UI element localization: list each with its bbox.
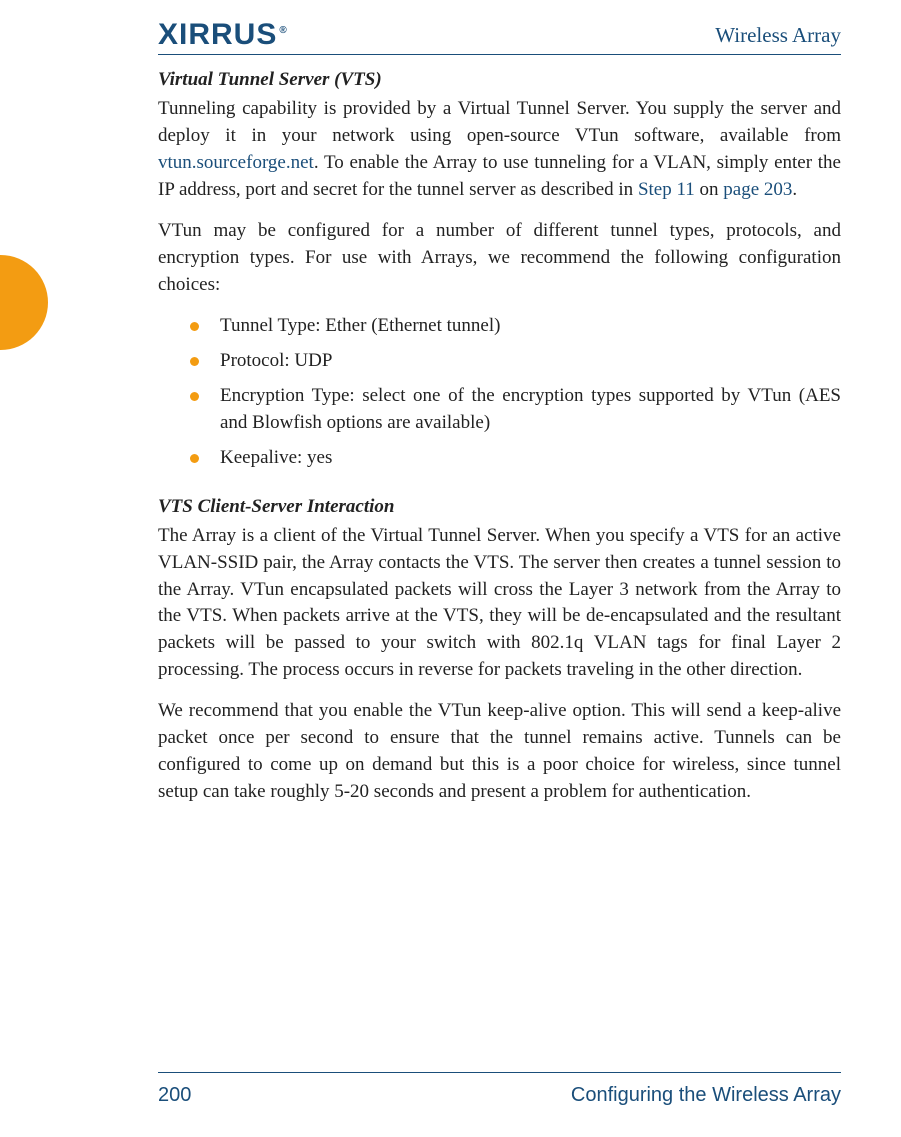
text: on (695, 179, 724, 200)
side-tab (0, 255, 48, 350)
text: . (792, 179, 797, 200)
list-item: Tunnel Type: Ether (Ethernet tunnel) (190, 313, 841, 340)
interaction-paragraph-2: We recommend that you enable the VTun ke… (158, 698, 841, 806)
list-item: Protocol: UDP (190, 348, 841, 375)
link-step-11[interactable]: Step 11 (638, 179, 695, 200)
section-title-interaction: VTS Client-Server Interaction (158, 494, 841, 521)
page-header: XIRRUS® Wireless Array (60, 18, 841, 52)
page-number: 200 (158, 1084, 191, 1107)
logo-text: XIRRUS (158, 18, 277, 52)
vts-config-paragraph: VTun may be configured for a number of d… (158, 218, 841, 299)
registered-icon: ® (279, 25, 287, 36)
link-vtun-sourceforge[interactable]: vtun.sourceforge.net (158, 152, 314, 173)
page-footer: 200 Configuring the Wireless Array (158, 1084, 841, 1107)
brand-logo: XIRRUS® (158, 18, 288, 52)
vts-intro-paragraph: Tunneling capability is provided by a Vi… (158, 96, 841, 204)
config-list: Tunnel Type: Ether (Ethernet tunnel) Pro… (158, 313, 841, 472)
list-item: Encryption Type: select one of the encry… (190, 383, 841, 437)
header-divider (158, 54, 841, 55)
chapter-title: Configuring the Wireless Array (571, 1084, 841, 1107)
section-title-vts: Virtual Tunnel Server (VTS) (158, 67, 841, 94)
product-name: Wireless Array (715, 23, 841, 48)
text: Tunneling capability is provided by a Vi… (158, 98, 841, 146)
link-page-203[interactable]: page 203 (723, 179, 792, 200)
interaction-paragraph-1: The Array is a client of the Virtual Tun… (158, 523, 841, 685)
page-content: Virtual Tunnel Server (VTS) Tunneling ca… (158, 67, 841, 806)
list-item: Keepalive: yes (190, 445, 841, 472)
footer-divider (158, 1072, 841, 1073)
